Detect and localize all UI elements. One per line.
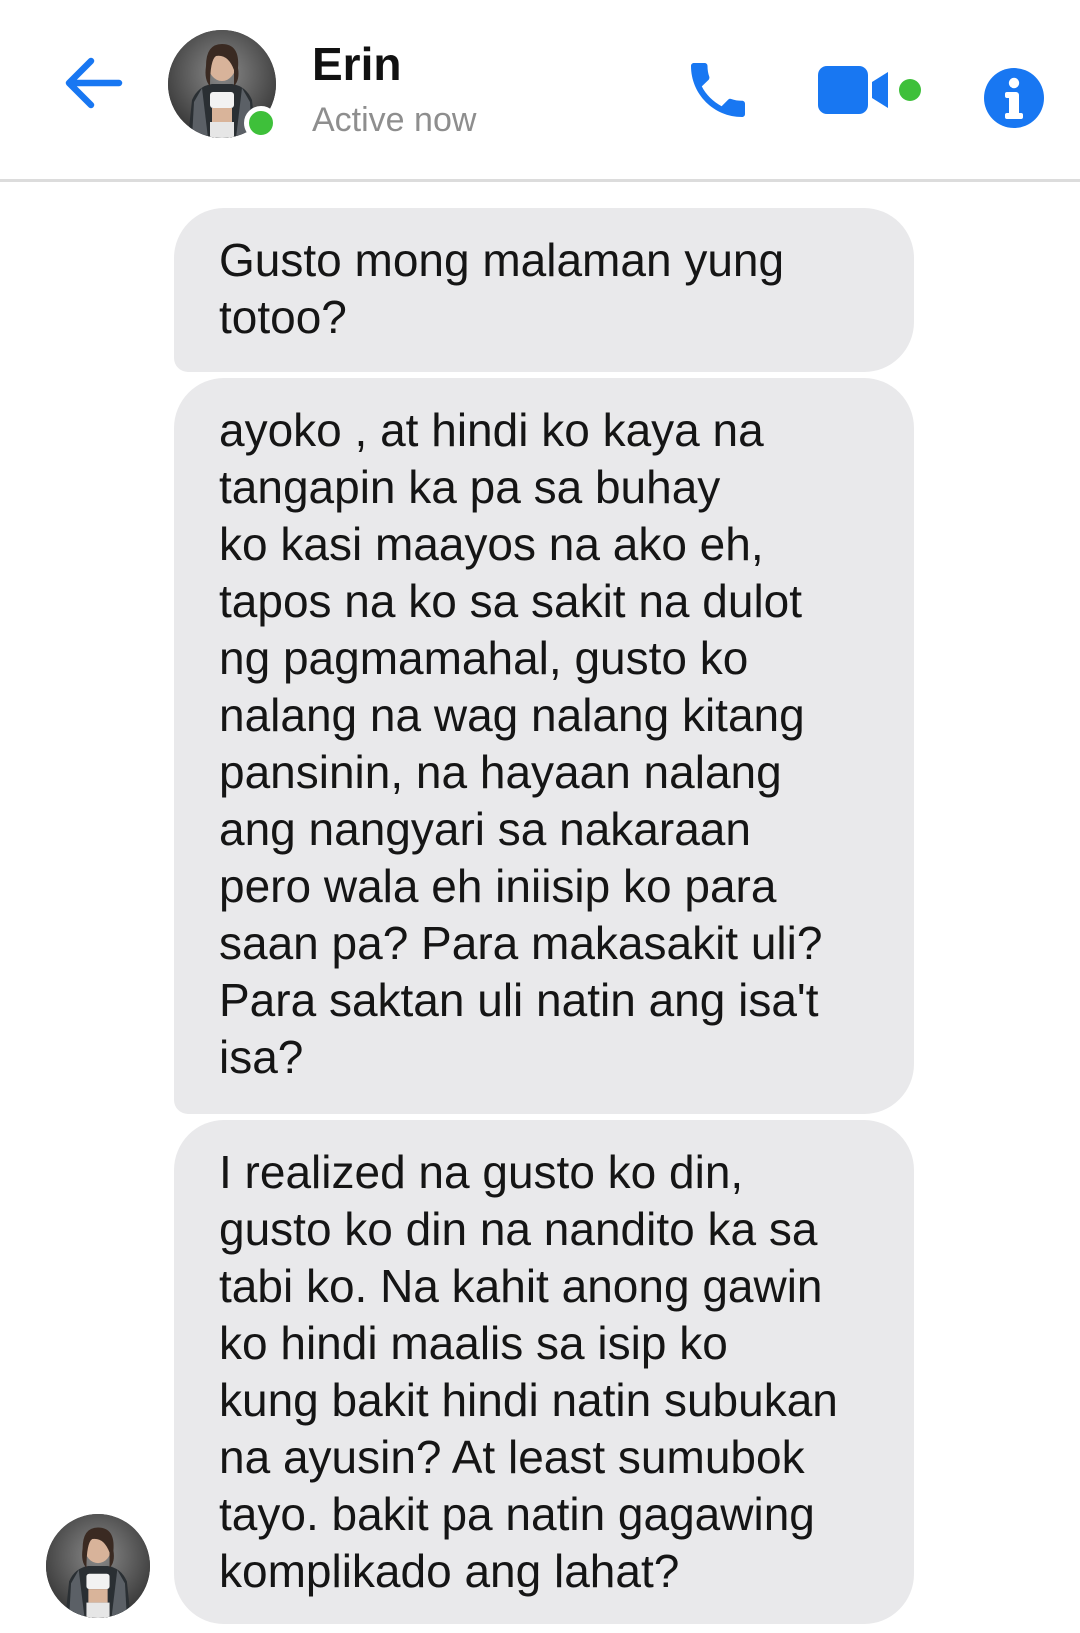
conversation-header: Erin Active now — [0, 0, 1080, 182]
info-icon — [984, 68, 1044, 128]
contact-name[interactable]: Erin — [312, 36, 401, 92]
back-button[interactable] — [56, 46, 130, 120]
arrow-left-icon — [65, 57, 123, 109]
online-status-indicator — [244, 106, 278, 140]
phone-icon — [691, 63, 745, 117]
active-status: Active now — [312, 101, 477, 139]
video-camera-icon — [818, 66, 921, 114]
call-button[interactable] — [676, 48, 760, 132]
video-call-button[interactable] — [814, 52, 938, 128]
message-thread[interactable]: Gusto mong malaman yung totoo? ayoko , a… — [0, 182, 1080, 1633]
message-bubble[interactable]: I realized na gusto ko din, gusto ko din… — [174, 1120, 914, 1624]
sender-avatar[interactable] — [46, 1514, 150, 1618]
message-bubble[interactable]: ayoko , at hindi ko kaya na tangapin ka … — [174, 378, 914, 1114]
message-bubble[interactable]: Gusto mong malaman yung totoo? — [174, 208, 914, 372]
contact-avatar-button[interactable] — [168, 30, 278, 140]
conversation-info-button[interactable] — [966, 50, 1062, 146]
